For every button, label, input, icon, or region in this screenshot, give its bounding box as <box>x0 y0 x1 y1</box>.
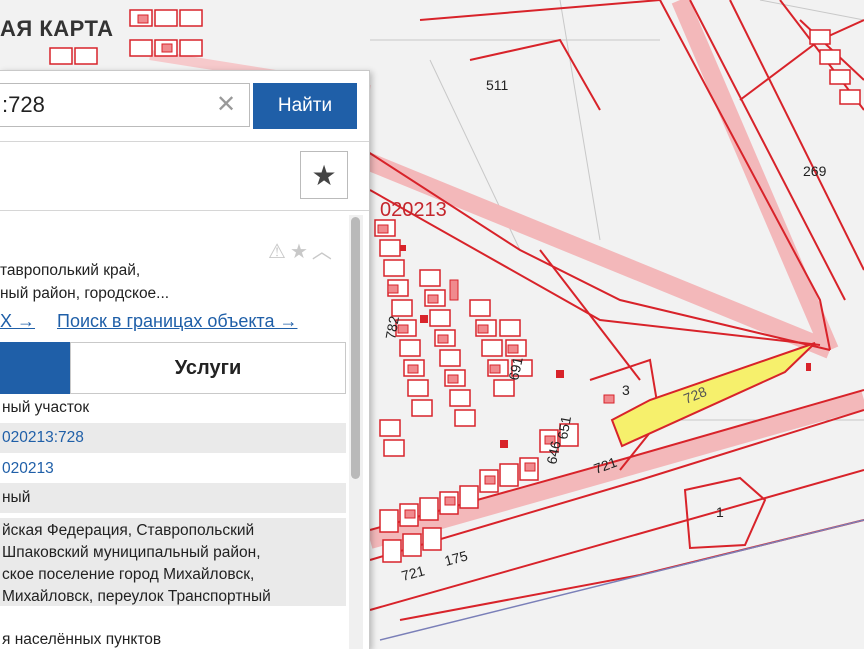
divider <box>0 141 369 142</box>
parcel-label: 1 <box>716 504 724 520</box>
close-icon[interactable]: ✕ <box>216 91 236 119</box>
detail-quarter[interactable]: 020213 <box>0 460 346 478</box>
search-input[interactable] <box>0 83 250 127</box>
address-line: таврополький край, <box>0 262 141 279</box>
address-line: Шпаковский муниципальный район, <box>2 544 261 561</box>
parcel-label: 3 <box>622 382 630 398</box>
address-line: ское поселение город Михайловск, <box>2 566 255 583</box>
object-link[interactable]: Х → <box>0 311 35 332</box>
detail-type: ный участок <box>2 399 90 416</box>
object-address-short: таврополький край, ный район, городское.… <box>0 259 340 305</box>
star-icon[interactable]: ★ <box>300 151 348 199</box>
detail-category: я населённых пунктов <box>2 631 162 648</box>
detail-cadastral-number[interactable]: 020213:728 <box>0 423 346 453</box>
search-button[interactable]: Найти <box>253 83 357 129</box>
map-title: АЯ КАРТА <box>0 16 114 41</box>
scrollbar[interactable] <box>349 215 363 649</box>
tabs: Услуги <box>0 342 346 394</box>
tab-info[interactable] <box>0 342 70 394</box>
search-bar: ✕ Найти <box>0 71 369 133</box>
info-panel: ✕ Найти ★ ⚠★︿ таврополький край, ный рай… <box>0 70 370 649</box>
scroll-thumb[interactable] <box>351 217 360 479</box>
parcel-label: 269 <box>803 163 827 179</box>
detail-status: ный <box>0 483 346 513</box>
address-line: йская Федерация, Ставропольский <box>2 522 255 539</box>
quarter-label: 020213 <box>380 199 447 221</box>
tab-services[interactable]: Услуги <box>70 342 346 394</box>
address-line: ный район, городское... <box>0 285 170 302</box>
divider <box>0 210 369 211</box>
parcel-label: 511 <box>486 77 509 93</box>
detail-address: йская Федерация, Ставропольский Шпаковск… <box>0 518 346 606</box>
address-line: Михайловск, переулок Транспортный <box>2 588 271 605</box>
search-in-bounds-link[interactable]: Поиск в границах объекта → <box>57 311 297 332</box>
